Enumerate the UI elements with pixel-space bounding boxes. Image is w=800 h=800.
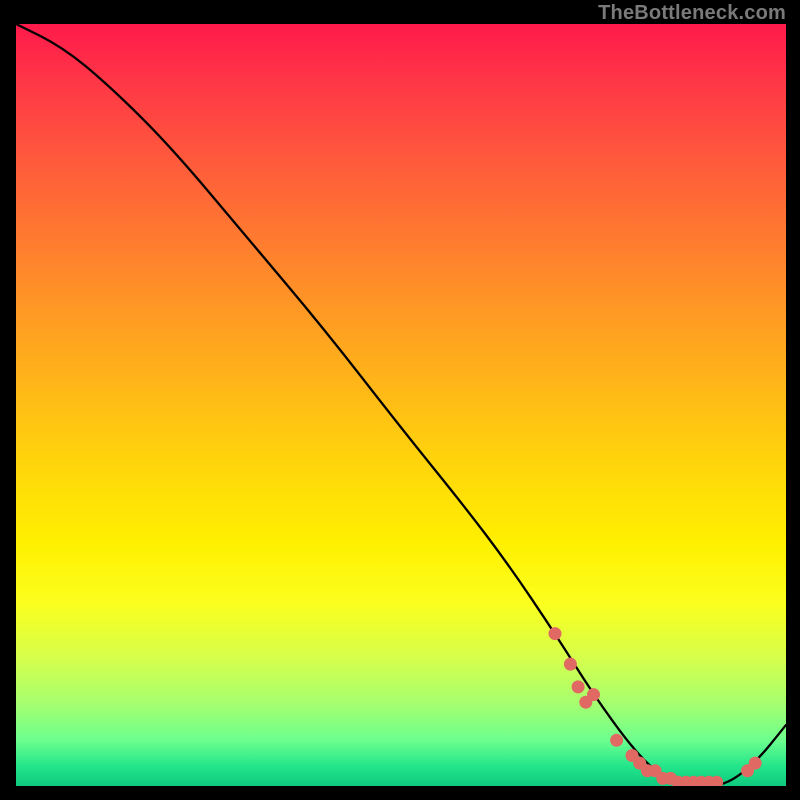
marker-dot	[587, 688, 600, 701]
marker-dot	[564, 658, 577, 671]
marker-dot	[610, 734, 623, 747]
chart-stage: TheBottleneck.com	[0, 0, 800, 800]
attribution-label: TheBottleneck.com	[598, 2, 786, 25]
marker-dot	[549, 627, 562, 640]
marker-cluster	[549, 627, 762, 786]
plot-area	[16, 24, 786, 786]
bottleneck-curve	[16, 24, 786, 786]
marker-dot	[572, 680, 585, 693]
curve-layer	[16, 24, 786, 786]
marker-dot	[749, 757, 762, 770]
